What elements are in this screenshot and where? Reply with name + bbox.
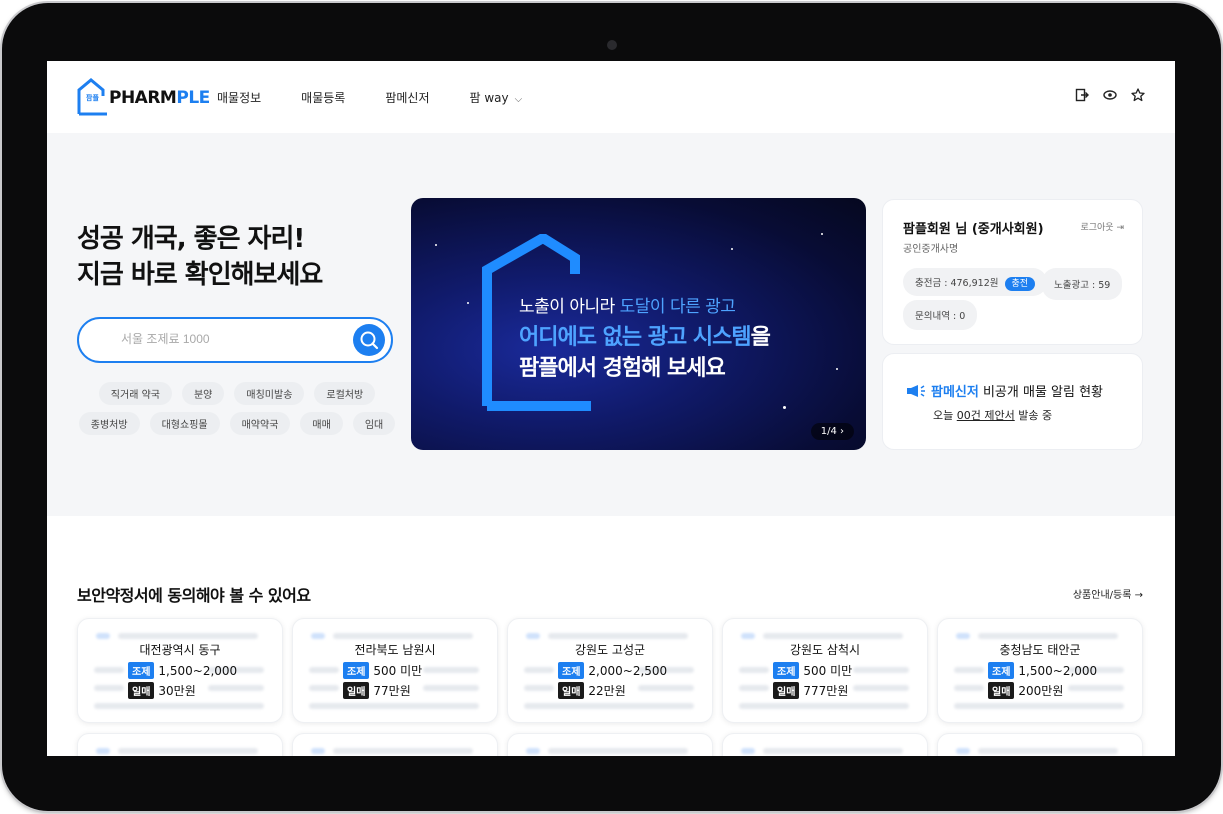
messenger-card[interactable]: 팜메신저 비공개 매물 알림 현황 오늘 00건 제안서 발송 중 (882, 353, 1143, 450)
logo[interactable]: 팜플 PHARMPLE (77, 78, 210, 116)
listing-card[interactable] (77, 733, 283, 756)
dispense-badge: 조제 (773, 662, 800, 679)
dispense-badge: 조제 (988, 662, 1015, 679)
daily-badge: 일매 (343, 682, 370, 699)
charge-button[interactable]: 충전 (1004, 277, 1036, 291)
profile-name: 팜플회원 님 (중개사회원) (903, 222, 1044, 237)
listing-daily: 일매 30만원 (128, 682, 196, 699)
listing-region: 대전광역시 동구 (139, 643, 221, 657)
listing-dispense: 조제 1,500~2,000 (128, 662, 237, 679)
listing-card[interactable]: 강원도 고성군조제 2,000~2,500 일매 22만원 (507, 618, 713, 723)
ads-chip[interactable]: 노출광고 : 59 (1042, 268, 1123, 300)
daily-badge: 일매 (988, 682, 1015, 699)
listing-region: 강원도 삼척시 (789, 643, 861, 657)
chevron-down-icon: ⌵ (514, 94, 523, 105)
logo-small-text: 팜플 (86, 94, 99, 102)
nav-register[interactable]: 매물등록 (301, 89, 345, 106)
listings-section: 보안약정서에 동의해야 볼 수 있어요 상품안내/등록 → 대전광역시 동구조제… (47, 516, 1175, 756)
nav-listings[interactable]: 매물정보 (217, 89, 261, 106)
listing-card[interactable]: 강원도 삼척시조제 500 미만일매 777만원 (722, 618, 928, 723)
listing-card[interactable]: 전라북도 남원시조제 500 미만일매 77만원 (292, 618, 498, 723)
search-input[interactable] (119, 331, 343, 347)
messenger-status: 오늘 00건 제안서 발송 중 (933, 409, 1053, 422)
tag-lease[interactable]: 임대 (352, 412, 396, 435)
tag-sale[interactable]: 매매 (300, 412, 343, 435)
listing-daily: 일매 77만원 (343, 682, 411, 699)
logout-link[interactable]: 로그아웃 ⇥ (1080, 220, 1124, 233)
dispense-badge: 조제 (558, 662, 585, 679)
chevron-right-icon: › (840, 426, 844, 437)
dispense-badge: 조제 (128, 662, 155, 679)
tag-direct-deal[interactable]: 직거래 약국 (98, 382, 172, 405)
logout-icon: ⇥ (1116, 223, 1124, 233)
listing-region: 강원도 고성군 (574, 643, 646, 657)
profile-card: 팜플회원 님 (중개사회원) 공인중개사명 로그아웃 ⇥ 충전금 : 476,9… (882, 199, 1143, 345)
banner-line2: 어디에도 없는 광고 시스템을 (519, 325, 771, 350)
listing-card[interactable] (507, 733, 713, 756)
tag-presale[interactable]: 분양 (181, 382, 225, 405)
camera (607, 40, 617, 50)
listing-card[interactable] (722, 733, 928, 756)
listing-region: 충청남도 태안군 (999, 643, 1081, 657)
megaphone-icon (907, 385, 925, 397)
search-box (77, 317, 393, 363)
header-icons (1075, 88, 1145, 102)
tag-otc[interactable]: 매약약국 (229, 412, 291, 435)
listing-card[interactable]: 충청남도 태안군조제 1,500~2,000 일매 200만원 (937, 618, 1143, 723)
listings-title: 보안약정서에 동의해야 볼 수 있어요 (77, 586, 311, 605)
main-nav: 매물정보 매물등록 팜메신저 팜 way ⌵ (217, 89, 562, 106)
daily-badge: 일매 (558, 682, 585, 699)
tag-unmatched[interactable]: 매칭미발송 (234, 382, 305, 405)
listing-dispense: 조제 500 미만 (343, 662, 422, 679)
banner-line1: 노출이 아니라 도달이 다른 광고 (519, 297, 736, 317)
listing-daily: 일매 777만원 (773, 682, 848, 699)
hero-title: 성공 개국, 좋은 자리! 지금 바로 확인해보세요 (77, 224, 323, 290)
tag-local-rx[interactable]: 로컬처방 (314, 382, 376, 405)
dispense-badge: 조제 (343, 662, 370, 679)
listing-card[interactable] (292, 733, 498, 756)
nav-way[interactable]: 팜 way ⌵ (470, 89, 523, 106)
profile-type: 공인중개사명 (903, 244, 959, 255)
listing-card[interactable]: 대전광역시 동구조제 1,500~2,000 일매 30만원 (77, 618, 283, 723)
eye-icon[interactable] (1103, 88, 1117, 102)
listing-card[interactable] (937, 733, 1143, 756)
daily-badge: 일매 (773, 682, 800, 699)
banner-pager[interactable]: 1/4 › (810, 423, 854, 440)
banner-line3: 팜플에서 경험해 보세요 (519, 356, 726, 381)
tag-hospital-rx[interactable]: 종병처방 (78, 412, 140, 435)
listing-dispense: 조제 1,500~2,000 (988, 662, 1097, 679)
search-tags: 직거래 약국 분양 매칭미발송 로컬처방 종병처방 대형쇼핑몰 매약약국 매매 … (77, 382, 397, 442)
nav-messenger[interactable]: 팜메신저 (385, 89, 429, 106)
search-icon (360, 331, 379, 350)
listing-daily: 일매 22만원 (558, 682, 626, 699)
daily-badge: 일매 (128, 682, 155, 699)
star-icon[interactable] (1131, 88, 1145, 102)
arrow-right-icon: → (1134, 590, 1143, 601)
listing-region: 전라북도 남원시 (354, 643, 436, 657)
screen: 팜플 PHARMPLE 매물정보 매물등록 팜메신저 팜 way ⌵ 성공 개국,… (47, 61, 1175, 756)
balance-chip: 충전금 : 476,912원 충전 (903, 268, 1048, 296)
search-button[interactable] (353, 324, 385, 356)
logo-text: PHARMPLE (109, 88, 210, 108)
messenger-title: 팜메신저 비공개 매물 알림 현황 (905, 381, 1103, 400)
promo-banner[interactable]: 노출이 아니라 도달이 다른 광고 어디에도 없는 광고 시스템을 팜플에서 경… (411, 198, 866, 450)
inquiries-chip[interactable]: 문의내역 : 0 (903, 300, 978, 330)
tag-mall[interactable]: 대형쇼핑몰 (149, 412, 220, 435)
listing-dispense: 조제 500 미만 (773, 662, 852, 679)
listing-dispense: 조제 2,000~2,500 (558, 662, 667, 679)
listing-daily: 일매 200만원 (988, 682, 1063, 699)
header: 팜플 PHARMPLE 매물정보 매물등록 팜메신저 팜 way ⌵ (47, 61, 1175, 133)
product-info-link[interactable]: 상품안내/등록 → (1073, 586, 1143, 601)
logout-icon[interactable] (1075, 88, 1089, 102)
